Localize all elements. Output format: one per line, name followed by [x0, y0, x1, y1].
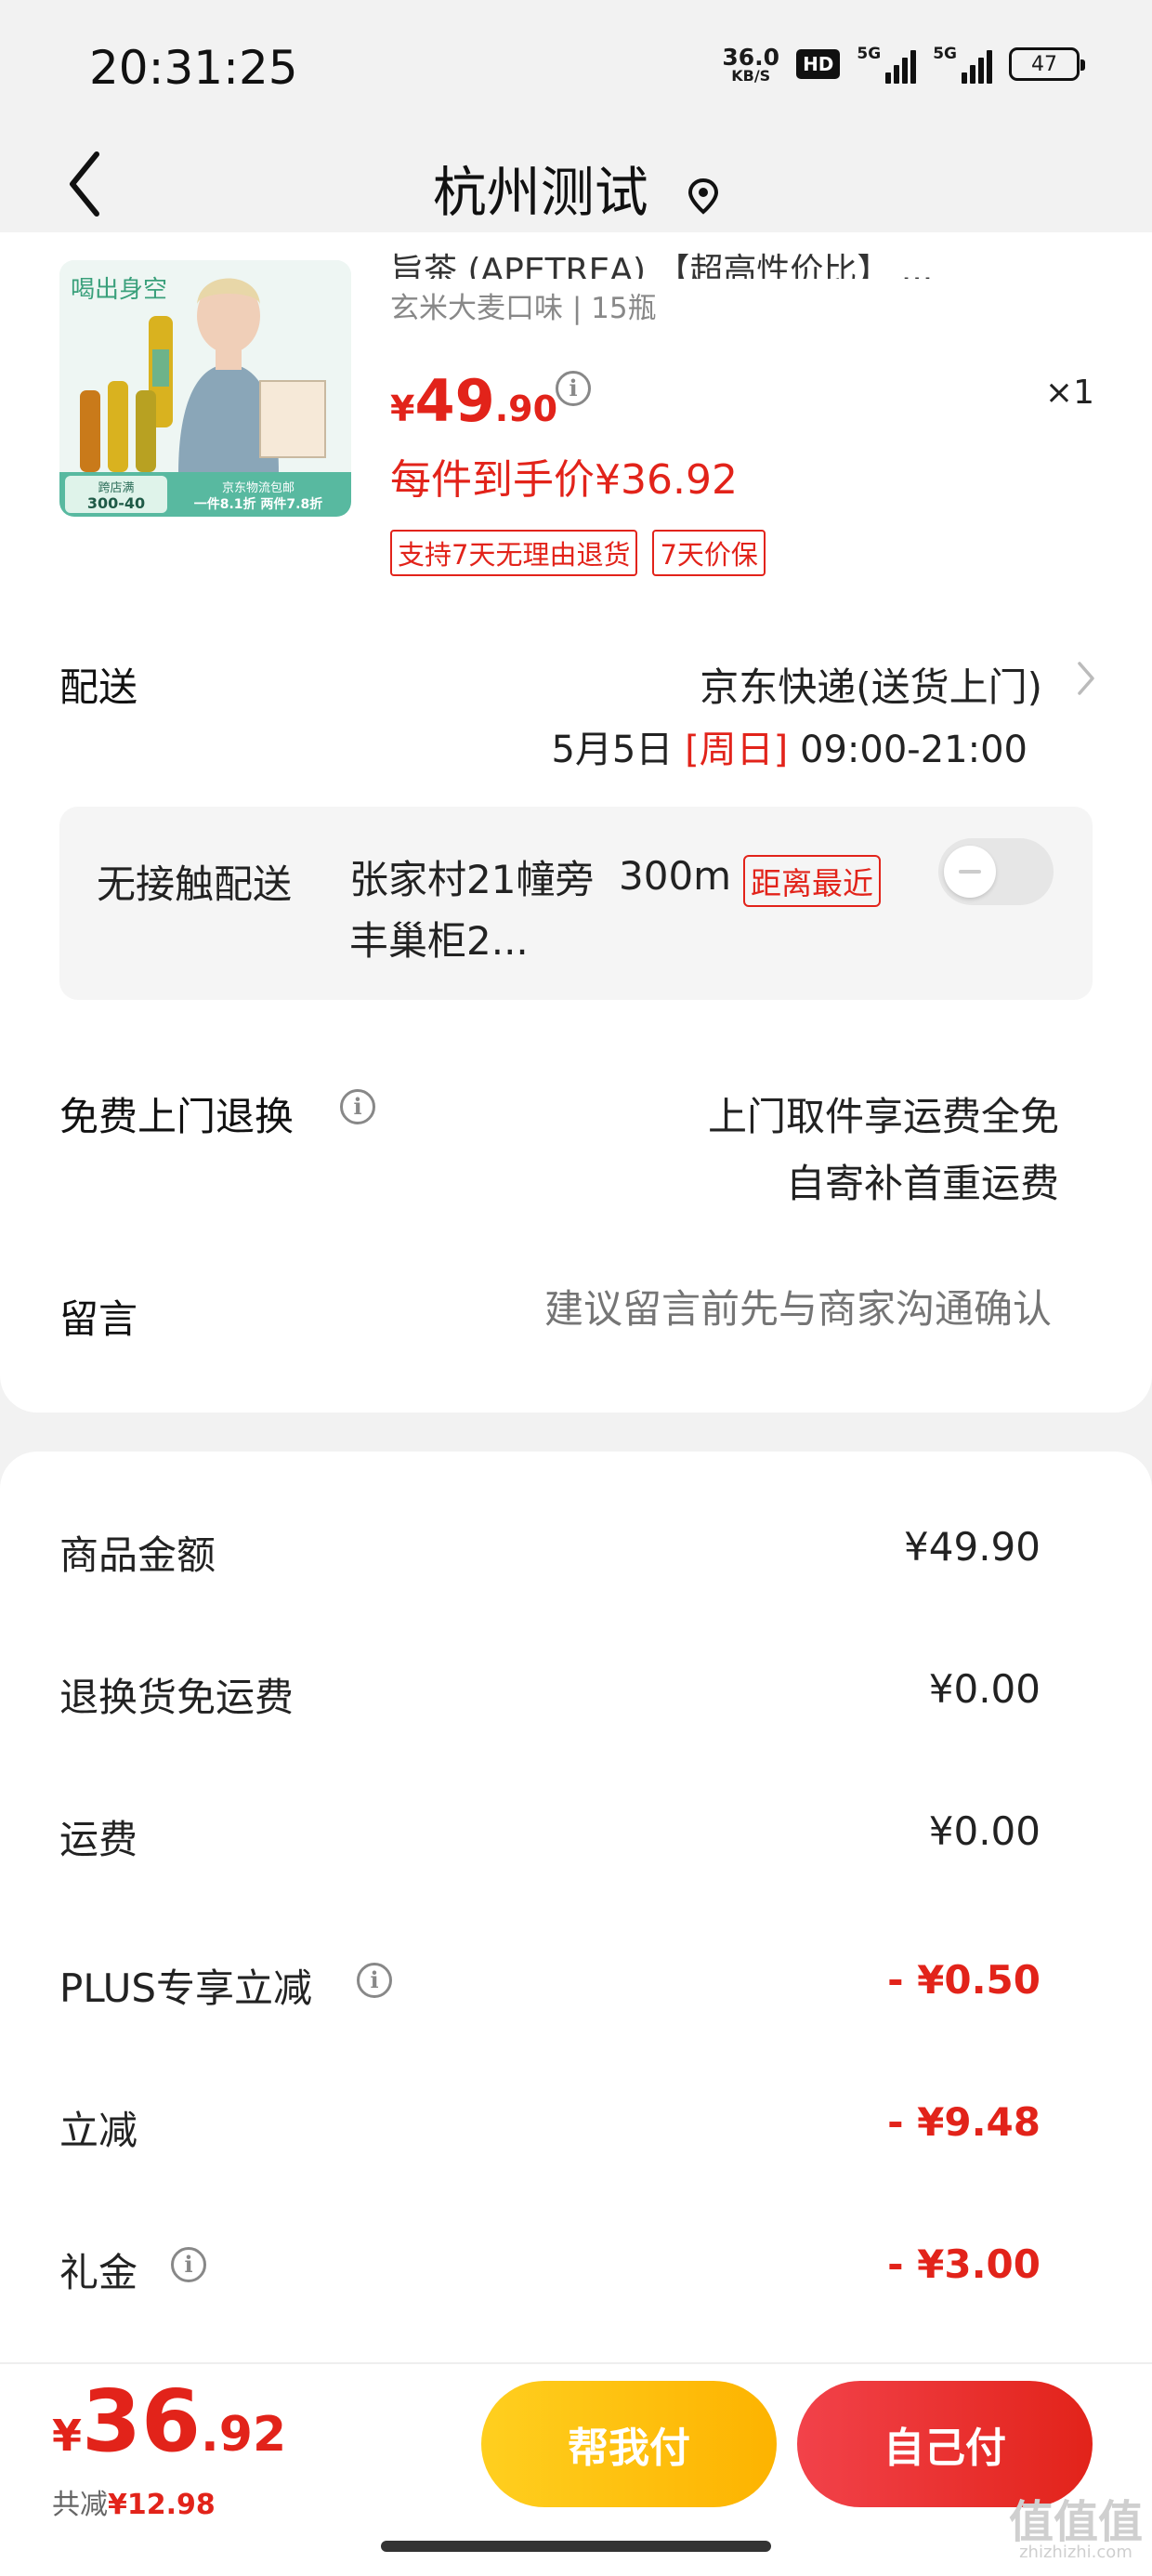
return-label: 免费上门退换: [59, 1094, 295, 1139]
locker-distance: 300m: [619, 853, 732, 899]
info-icon[interactable]: i: [171, 2247, 206, 2282]
summary-label: 礼金: [59, 2250, 138, 2295]
help-me-pay-button[interactable]: 帮我付: [481, 2381, 777, 2507]
tag-price-protect: 7天价保: [652, 530, 766, 576]
return-self-send-info: 自寄补首重运费: [785, 1161, 1059, 1206]
unit-price: 每件到手价¥36.92: [390, 456, 738, 504]
total-price: ¥36.92: [52, 2372, 287, 2471]
promo-title: 跨店满: [98, 481, 134, 495]
promo-value: 300-40: [87, 494, 145, 512]
summary-label: 运费: [59, 1817, 138, 1862]
status-icons: 36.0 KB/S HD 5G 5G 47: [722, 43, 1085, 85]
watermark: 值值值 zhizhizhi.com: [1008, 2496, 1143, 2562]
home-indicator[interactable]: [381, 2541, 771, 2552]
pay-myself-button[interactable]: 自己付: [797, 2381, 1093, 2507]
product-image[interactable]: 喝出身空 跨店满 300-40 京东物流包邮 一件8.1折 两件7.8折: [59, 260, 351, 517]
signal-icon: 5G: [857, 45, 917, 84]
promo-value: 一件8.1折 两件7.8折: [194, 496, 322, 512]
summary-value: ¥0.00: [928, 1666, 1041, 1712]
info-icon[interactable]: i: [556, 371, 591, 406]
locker-address[interactable]: 张家村21幢旁丰巢柜2...: [349, 849, 600, 972]
summary-value: - ¥3.00: [887, 2241, 1041, 2287]
info-icon[interactable]: i: [340, 1089, 375, 1124]
contactless-label: 无接触配送: [97, 861, 293, 907]
tag-return: 支持7天无理由退货: [390, 530, 638, 576]
image-slogan: 喝出身空: [71, 276, 167, 304]
network-speed: 36.0 KB/S: [722, 43, 780, 85]
location-pin-icon: [687, 164, 719, 228]
summary-value: ¥0.00: [928, 1808, 1041, 1854]
page-title[interactable]: 杭州测试: [0, 149, 1152, 228]
promo-title: 京东物流包邮: [222, 481, 295, 495]
hd-voice-icon: HD: [796, 49, 841, 79]
status-time: 20:31:25: [89, 41, 298, 95]
summary-label: 退换货免运费: [59, 1675, 295, 1720]
message-input[interactable]: [420, 1286, 1052, 1332]
summary-value: - ¥9.48: [887, 2099, 1041, 2145]
total-discount: 共减¥12.98: [52, 2489, 216, 2521]
product-price: ¥49.90: [390, 367, 558, 435]
product-name[interactable]: 旨茶 (APETREA) 【超高性价比】 ...: [390, 243, 1096, 279]
summary-label: PLUS专享立减: [59, 1965, 313, 2011]
shipping-time[interactable]: 5月5日 [周日] 09:00-21:00: [551, 719, 1028, 773]
battery-icon: 47: [1009, 47, 1085, 81]
message-label: 留言: [59, 1296, 138, 1342]
contactless-toggle[interactable]: [938, 838, 1054, 905]
info-icon[interactable]: i: [357, 1963, 392, 1998]
quantity: ×1: [1044, 374, 1094, 412]
return-pickup-info: 上门取件享运费全免: [707, 1094, 1059, 1139]
shipping-label: 配送: [59, 664, 138, 710]
product-spec: 玄米大麦口味 | 15瓶: [390, 292, 657, 325]
service-tags: 支持7天无理由退货 7天价保: [390, 530, 766, 576]
summary-value: ¥49.90: [904, 1524, 1041, 1570]
summary-label: 商品金额: [59, 1532, 216, 1578]
signal-icon: 5G: [933, 45, 992, 84]
shipping-method[interactable]: 京东快递(送货上门): [700, 656, 1042, 713]
nearest-badge: 距离最近: [743, 855, 881, 907]
summary-label: 立减: [59, 2108, 138, 2153]
chevron-right-icon[interactable]: [1076, 660, 1096, 697]
summary-value: - ¥0.50: [887, 1957, 1041, 2003]
